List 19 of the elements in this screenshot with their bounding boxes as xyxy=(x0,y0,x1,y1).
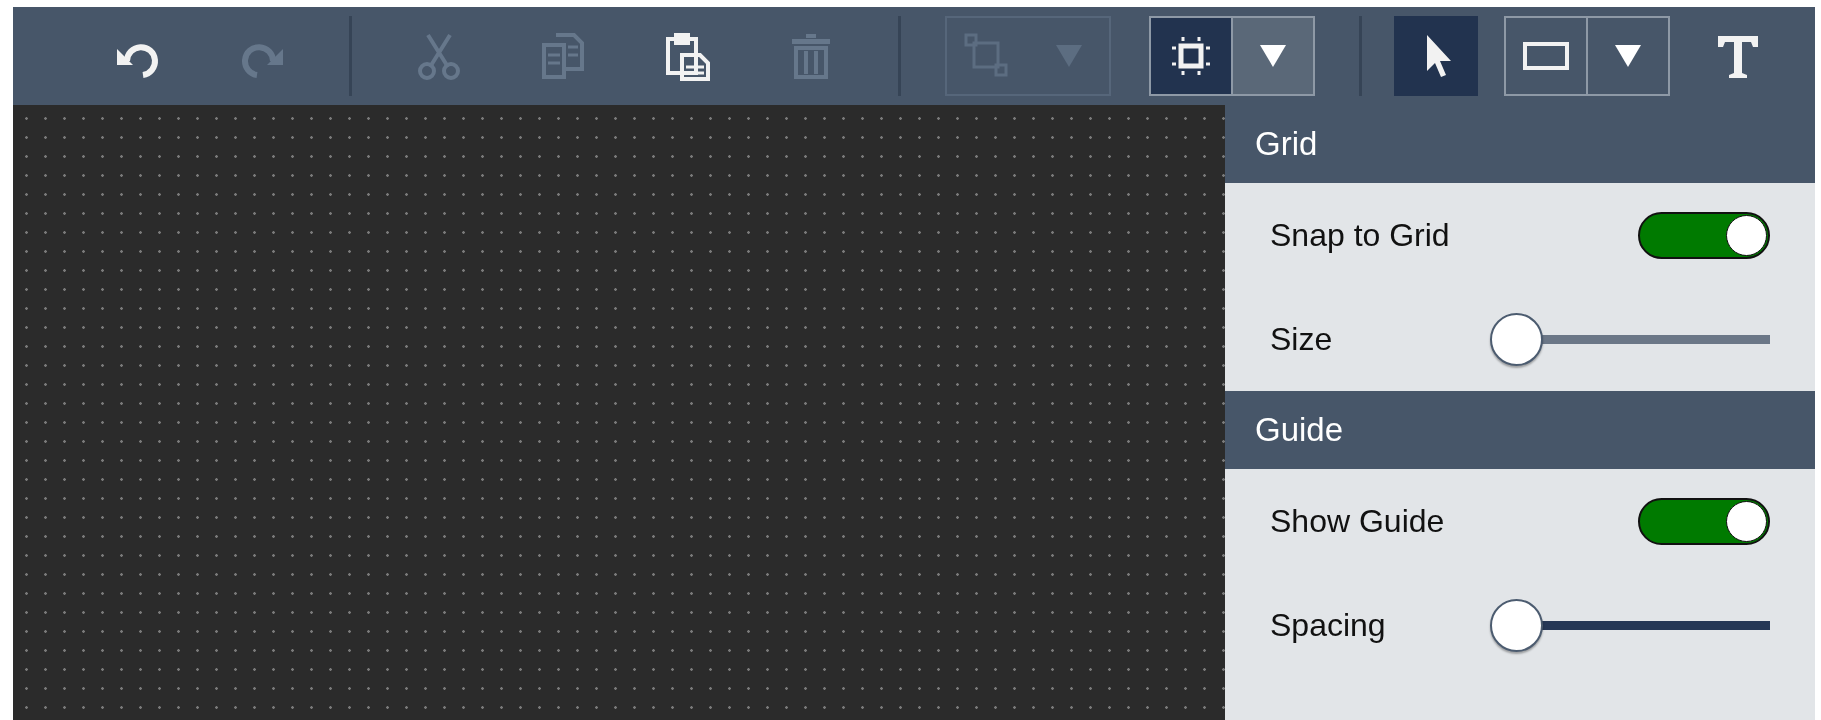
section-header: Grid xyxy=(1225,105,1815,183)
toggle-switch[interactable] xyxy=(1638,497,1770,545)
section-header: Guide xyxy=(1225,391,1815,469)
caret-icon xyxy=(1258,43,1288,69)
dotted-canvas[interactable] xyxy=(13,105,1225,720)
slider[interactable] xyxy=(1490,598,1770,652)
slider-label: Size xyxy=(1270,320,1334,358)
pointer-button[interactable] xyxy=(1394,16,1478,96)
toggle-switch[interactable] xyxy=(1638,211,1770,259)
slider-label: Spacing xyxy=(1270,606,1387,644)
toggle-label: Snap to Grid xyxy=(1270,216,1451,254)
toggle-label: Show Guide xyxy=(1270,502,1446,540)
slider-thumb[interactable] xyxy=(1490,598,1543,652)
caret-icon xyxy=(1054,43,1084,69)
snap-split-button[interactable] xyxy=(1149,16,1315,96)
caret-icon xyxy=(1613,43,1643,69)
slider[interactable] xyxy=(1490,312,1770,366)
rectangle-split-button[interactable] xyxy=(1504,16,1670,96)
slider-thumb[interactable] xyxy=(1490,312,1543,366)
